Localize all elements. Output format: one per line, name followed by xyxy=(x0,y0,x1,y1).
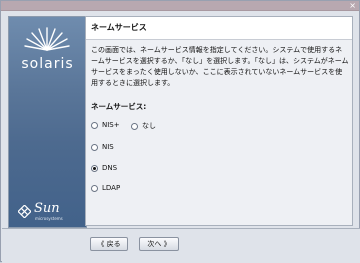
page-title: ネームサービス xyxy=(91,23,147,32)
sun-wordmark: Sun xyxy=(34,201,60,216)
radio-button-icon[interactable] xyxy=(91,143,98,151)
next-button[interactable]: 次へ 》 xyxy=(139,237,179,251)
title-bar[interactable]: × xyxy=(1,1,359,11)
button-bar: 《 戻る 次へ 》 xyxy=(2,228,360,263)
radio-nis-plus[interactable]: NIS+ xyxy=(91,121,120,129)
radio-none[interactable]: なし xyxy=(131,121,156,131)
back-button[interactable]: 《 戻る xyxy=(90,237,128,251)
solaris-logo: solaris xyxy=(21,56,74,72)
radio-nis[interactable]: NIS xyxy=(91,143,114,151)
radio-button-icon[interactable] xyxy=(91,184,98,192)
installer-window: × solaris Sun microsystems ネームサービス この画面で… xyxy=(0,0,360,263)
radio-label: LDAP xyxy=(102,184,121,192)
radio-button-selected-icon[interactable] xyxy=(91,164,98,172)
radio-dns[interactable]: DNS xyxy=(91,164,117,172)
sun-logo-icon xyxy=(18,205,31,218)
description-text: この画面では、ネームサービス情報を指定してください。システムで使用するネームサー… xyxy=(91,46,349,87)
sun-subtitle: microsystems xyxy=(35,216,63,221)
radio-label: NIS xyxy=(102,143,114,151)
radio-button-icon[interactable] xyxy=(91,121,98,129)
close-icon[interactable]: × xyxy=(349,1,356,10)
solaris-sun-rays-icon xyxy=(24,27,70,51)
radio-label: なし xyxy=(142,122,156,130)
radio-ldap[interactable]: LDAP xyxy=(91,184,120,192)
options-label: ネームサービス: xyxy=(91,102,147,111)
panel-header: ネームサービス xyxy=(86,17,352,40)
branding-panel: solaris Sun microsystems xyxy=(8,16,87,228)
radio-label: NIS+ xyxy=(102,121,120,129)
radio-button-icon[interactable] xyxy=(131,122,138,130)
radio-label: DNS xyxy=(102,164,118,172)
content-panel: ネームサービス この画面では、ネームサービス情報を指定してください。システムで使… xyxy=(85,16,353,226)
